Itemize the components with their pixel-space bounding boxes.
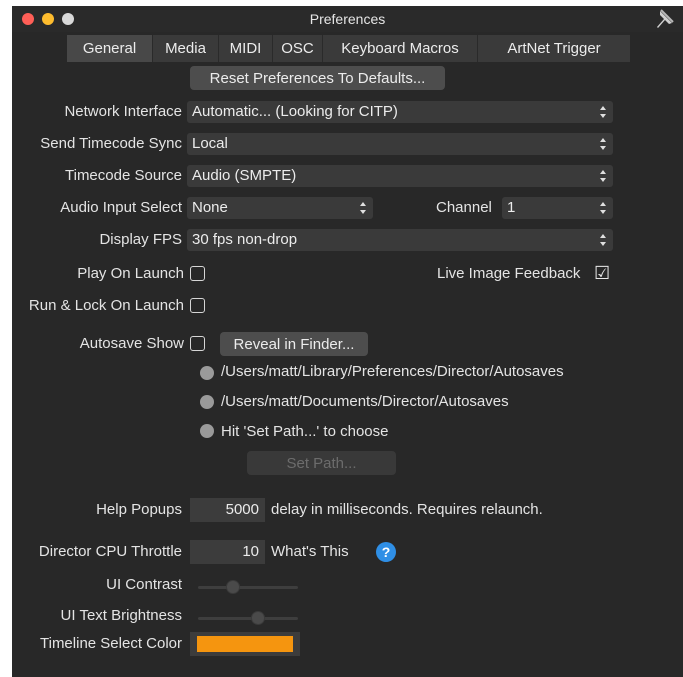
play-on-launch-label: Play On Launch xyxy=(77,265,184,282)
tab-osc[interactable]: OSC xyxy=(273,35,323,62)
updown-arrows-icon xyxy=(600,170,606,182)
autosave-path-radio-2[interactable] xyxy=(200,395,214,409)
whats-this-label: What's This xyxy=(271,543,349,560)
tab-media[interactable]: Media xyxy=(153,35,219,62)
network-interface-label: Network Interface xyxy=(64,103,182,120)
channel-value: 1 xyxy=(507,199,516,216)
tab-general[interactable]: General xyxy=(67,35,153,62)
ui-text-brightness-label: UI Text Brightness xyxy=(60,607,182,624)
preferences-window: Preferences General Media MIDI OSC Keybo… xyxy=(12,6,683,677)
display-fps-select[interactable]: 30 fps non-drop xyxy=(187,229,613,251)
ui-text-brightness-slider-knob[interactable] xyxy=(251,611,265,625)
tab-artnet-trigger[interactable]: ArtNet Trigger xyxy=(478,35,630,62)
pin-icon[interactable] xyxy=(652,7,678,33)
autosave-show-label: Autosave Show xyxy=(79,335,184,352)
audio-input-value: None xyxy=(192,199,228,216)
autosave-show-checkbox[interactable] xyxy=(190,336,205,351)
live-image-feedback-checkbox[interactable]: ☑ xyxy=(594,263,610,283)
autosave-path-option: Hit 'Set Path...' to choose xyxy=(221,423,389,440)
updown-arrows-icon xyxy=(360,202,366,214)
channel-label: Channel xyxy=(436,199,492,216)
send-timecode-sync-select[interactable]: Local xyxy=(187,133,613,155)
send-timecode-sync-value: Local xyxy=(192,135,228,152)
ui-contrast-slider-knob[interactable] xyxy=(226,580,240,594)
audio-input-select[interactable]: None xyxy=(187,197,373,219)
live-image-feedback-label: Live Image Feedback xyxy=(437,265,581,282)
window-title: Preferences xyxy=(309,11,386,27)
tab-midi[interactable]: MIDI xyxy=(219,35,273,62)
timecode-source-label: Timecode Source xyxy=(65,167,182,184)
timeline-select-color-well[interactable] xyxy=(190,632,300,656)
play-on-launch-checkbox[interactable] xyxy=(190,266,205,281)
help-popups-delay-field[interactable]: 5000 xyxy=(190,498,265,522)
help-icon[interactable]: ? xyxy=(376,542,396,562)
display-fps-label: Display FPS xyxy=(99,231,182,248)
title-bar: Preferences xyxy=(12,6,683,32)
set-path-button[interactable]: Set Path... xyxy=(247,451,396,475)
audio-input-select-label: Audio Input Select xyxy=(60,199,182,216)
autosave-path-option: /Users/matt/Library/Preferences/Director… xyxy=(221,363,564,380)
color-swatch xyxy=(197,636,293,652)
help-popups-note: delay in milliseconds. Requires relaunch… xyxy=(271,501,543,518)
run-lock-on-launch-label: Run & Lock On Launch xyxy=(28,297,184,314)
timecode-source-value: Audio (SMPTE) xyxy=(192,167,297,184)
reset-preferences-button[interactable]: Reset Preferences To Defaults... xyxy=(190,66,445,90)
help-popups-label: Help Popups xyxy=(96,501,182,518)
autosave-path-option: /Users/matt/Documents/Director/Autosaves xyxy=(221,393,509,410)
cpu-throttle-field[interactable]: 10 xyxy=(190,540,265,564)
channel-select[interactable]: 1 xyxy=(502,197,613,219)
autosave-path-radio-1[interactable] xyxy=(200,366,214,380)
ui-text-brightness-slider[interactable] xyxy=(198,617,298,620)
ui-contrast-label: UI Contrast xyxy=(106,576,182,593)
timecode-source-select[interactable]: Audio (SMPTE) xyxy=(187,165,613,187)
updown-arrows-icon xyxy=(600,234,606,246)
tab-bar: General Media MIDI OSC Keyboard Macros A… xyxy=(67,35,630,62)
updown-arrows-icon xyxy=(600,138,606,150)
updown-arrows-icon xyxy=(600,106,606,118)
tab-keyboard-macros[interactable]: Keyboard Macros xyxy=(323,35,478,62)
reveal-in-finder-button[interactable]: Reveal in Finder... xyxy=(220,332,368,356)
network-interface-value: Automatic... (Looking for CITP) xyxy=(192,103,398,120)
ui-contrast-slider[interactable] xyxy=(198,586,298,589)
updown-arrows-icon xyxy=(600,202,606,214)
send-timecode-sync-label: Send Timecode Sync xyxy=(40,135,182,152)
run-lock-on-launch-checkbox[interactable] xyxy=(190,298,205,313)
timeline-select-color-label: Timeline Select Color xyxy=(40,635,182,652)
autosave-path-radio-3[interactable] xyxy=(200,424,214,438)
network-interface-select[interactable]: Automatic... (Looking for CITP) xyxy=(187,101,613,123)
display-fps-value: 30 fps non-drop xyxy=(192,231,298,248)
cpu-throttle-label: Director CPU Throttle xyxy=(38,543,182,560)
